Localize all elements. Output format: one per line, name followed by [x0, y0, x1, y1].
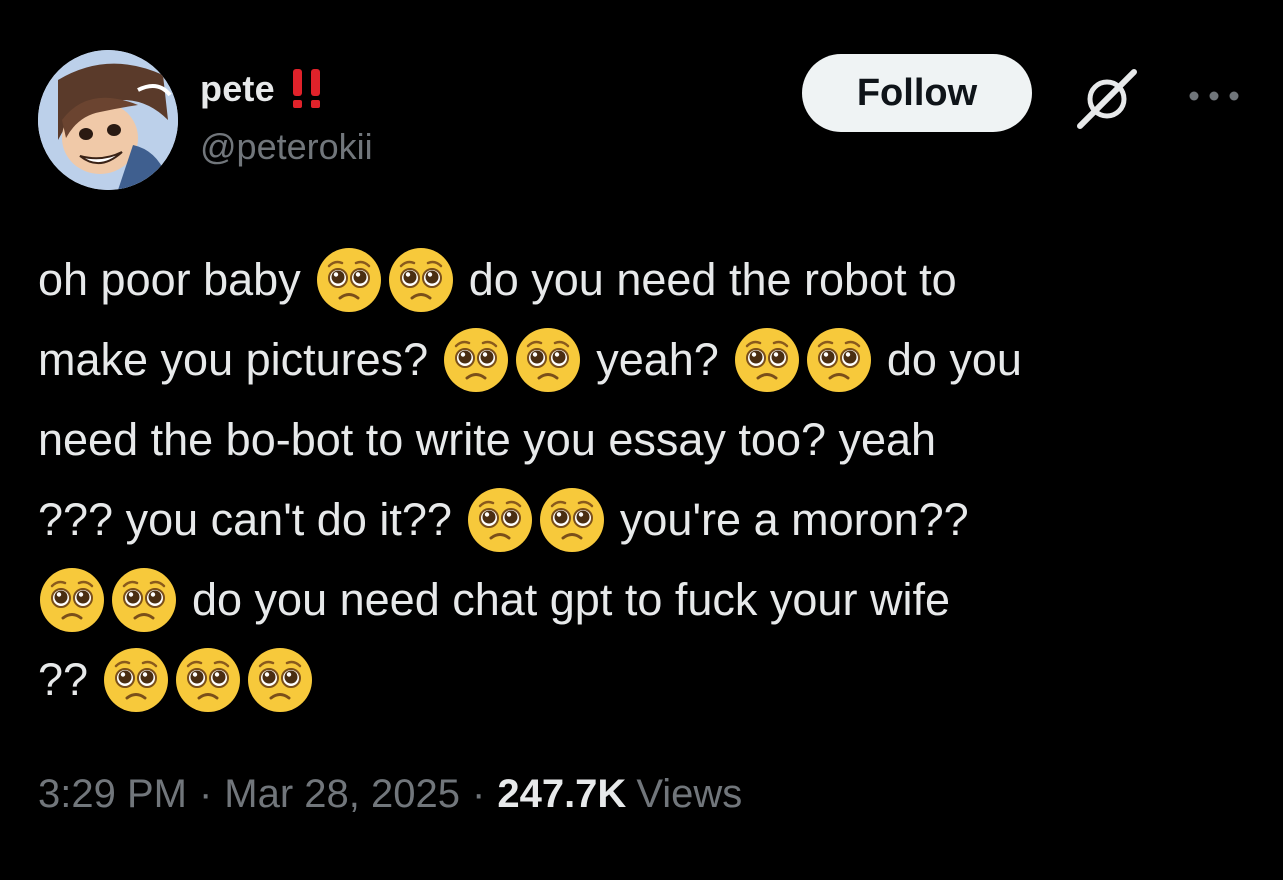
tweet-header: pete @peterokii Follow — [38, 50, 1248, 190]
text-segment: oh poor baby — [38, 254, 301, 305]
pleading-face-icon — [442, 326, 510, 394]
display-name-row: pete — [200, 64, 373, 114]
pleading-face-icon — [538, 486, 606, 554]
tweet-date[interactable]: Mar 28, 2025 — [224, 772, 460, 817]
tweet-line: ?? — [38, 640, 1248, 720]
tweet-line: make you pictures? yeah? do you — [38, 320, 1248, 400]
more-icon[interactable] — [1186, 86, 1242, 106]
pleading-face-icon — [733, 326, 801, 394]
views-label: Views — [636, 772, 743, 816]
follow-button[interactable]: Follow — [802, 54, 1032, 132]
pleading-face-icon — [466, 486, 534, 554]
text-segment: you're a moron?? — [619, 494, 969, 545]
pleading-face-icon — [387, 246, 455, 314]
tweet-meta: 3:29 PM · Mar 28, 2025 · 247.7K Views — [38, 772, 742, 817]
text-segment: do you need chat gpt to fuck your wife — [192, 574, 950, 625]
text-segment: make you pictures? — [38, 334, 429, 385]
emoji-group — [466, 486, 606, 554]
emoji-group — [38, 566, 178, 634]
text-segment: ?? — [38, 654, 89, 705]
tweet-line: need the bo-bot to write you essay too? … — [38, 400, 1248, 480]
tweet-card: pete @peterokii Follow oh poor baby do y… — [0, 0, 1283, 880]
author-block: pete @peterokii — [200, 64, 373, 168]
text-segment: ??? you can't do it?? — [38, 494, 452, 545]
text-segment: do you — [886, 334, 1022, 385]
text-segment: do you need the robot to — [468, 254, 957, 305]
emoji-group — [442, 326, 582, 394]
author-handle[interactable]: @peterokii — [200, 126, 373, 168]
tweet-text: oh poor baby do you need the robot to ma… — [38, 240, 1248, 720]
tweet-line: do you need chat gpt to fuck your wife — [38, 560, 1248, 640]
pleading-face-icon — [38, 566, 106, 634]
pleading-face-icon — [174, 646, 242, 714]
emoji-group — [315, 246, 455, 314]
pleading-face-icon — [102, 646, 170, 714]
pleading-face-icon — [110, 566, 178, 634]
tweet-line: ??? you can't do it?? you're a moron?? — [38, 480, 1248, 560]
views-count[interactable]: 247.7K — [497, 772, 626, 817]
red-double-exclamation-icon — [289, 69, 325, 109]
pleading-face-icon — [514, 326, 582, 394]
avatar[interactable] — [38, 50, 178, 190]
tweet-line: oh poor baby do you need the robot to — [38, 240, 1248, 320]
meta-separator: · — [472, 772, 486, 816]
emoji-group — [102, 646, 314, 714]
text-segment: need the bo-bot to write you essay too? … — [38, 414, 937, 465]
pleading-face-icon — [315, 246, 383, 314]
display-name[interactable]: pete — [200, 68, 275, 110]
emoji-group — [733, 326, 873, 394]
tweet-time[interactable]: 3:29 PM — [38, 772, 187, 817]
meta-separator: · — [198, 772, 213, 816]
pleading-face-icon — [246, 646, 314, 714]
text-segment: yeah? — [596, 334, 719, 385]
grok-icon[interactable] — [1072, 64, 1142, 134]
pleading-face-icon — [805, 326, 873, 394]
